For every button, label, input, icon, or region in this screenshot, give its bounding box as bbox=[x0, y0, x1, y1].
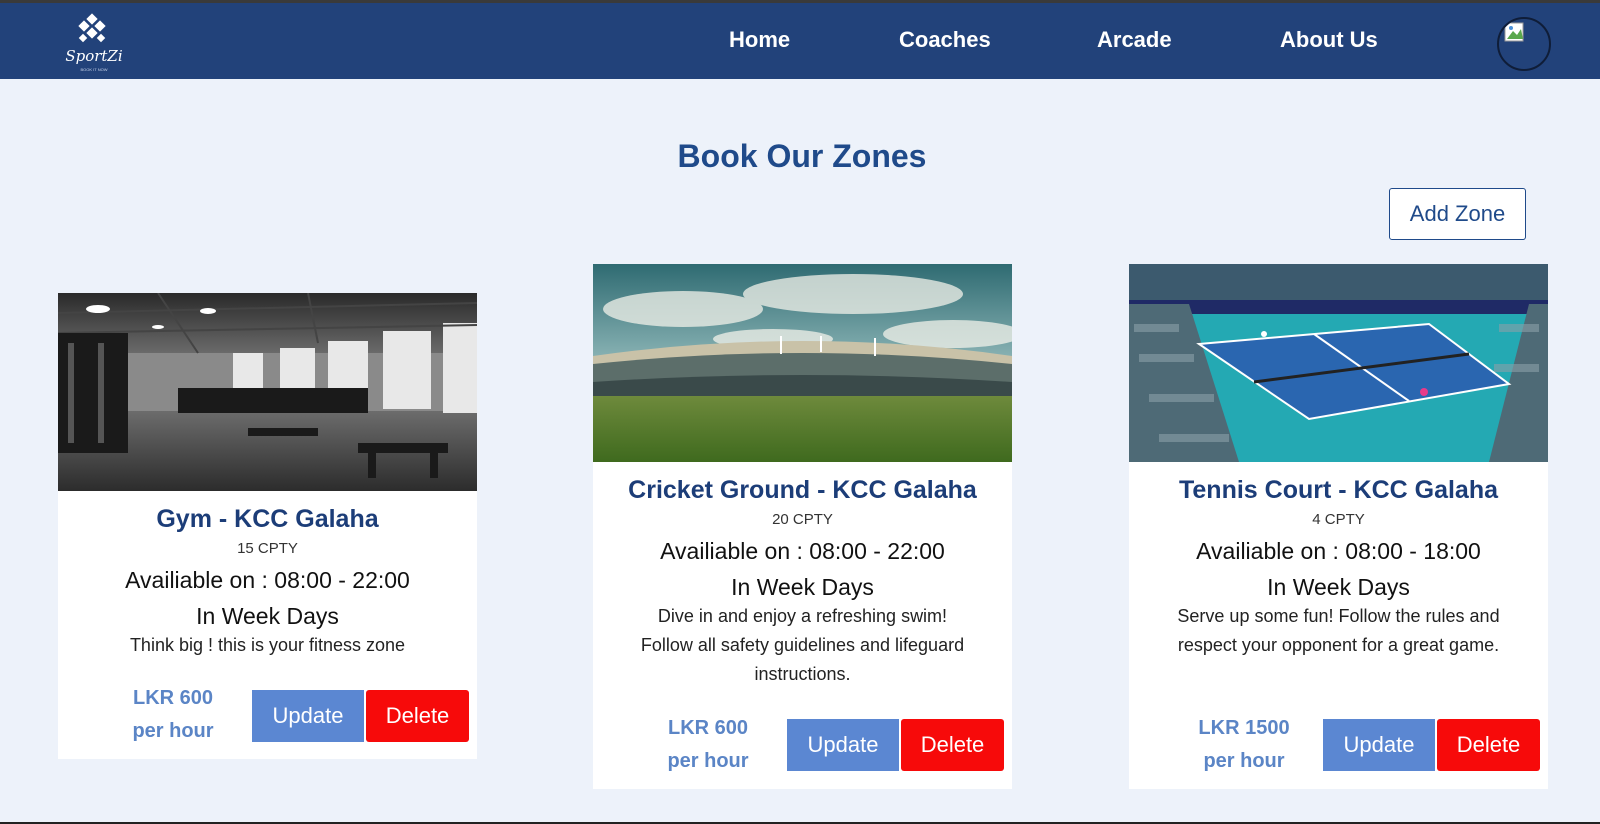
brand-logo[interactable]: SportZi BOOK IT NOW bbox=[62, 13, 126, 73]
tennis-court-image bbox=[1129, 264, 1548, 462]
price-unit: per hour bbox=[667, 750, 749, 772]
zone-description: Dive in and enjoy a refreshing swim! Fol… bbox=[640, 606, 965, 684]
nav-home[interactable]: Home bbox=[729, 27, 790, 53]
zone-capacity: 20 CPTY bbox=[772, 511, 833, 528]
user-avatar[interactable] bbox=[1497, 17, 1551, 71]
zone-description: Think big ! this is your fitness zone bbox=[129, 635, 406, 655]
navbar: SportZi BOOK IT NOW Home Coaches Arcade … bbox=[0, 3, 1600, 79]
zone-price: LKR 600 per hour bbox=[118, 682, 228, 748]
price-amount: LKR 600 bbox=[132, 687, 214, 709]
zone-days: In Week Days bbox=[1267, 574, 1410, 600]
zone-price: LKR 600 per hour bbox=[653, 712, 763, 778]
update-button[interactable]: Update bbox=[252, 690, 364, 742]
update-button[interactable]: Update bbox=[1323, 719, 1435, 771]
price-unit: per hour bbox=[1203, 750, 1285, 772]
zone-capacity: 15 CPTY bbox=[237, 540, 298, 557]
zone-capacity: 4 CPTY bbox=[1312, 511, 1365, 528]
zone-days: In Week Days bbox=[196, 603, 339, 629]
zone-description: Serve up some fun! Follow the rules and … bbox=[1177, 606, 1500, 655]
gym-interior-image bbox=[58, 293, 477, 491]
cricket-stadium-image bbox=[593, 264, 1012, 462]
brand-name: SportZi bbox=[65, 47, 123, 65]
broken-image-icon bbox=[1504, 22, 1524, 42]
nav-about-us[interactable]: About Us bbox=[1280, 27, 1378, 53]
zone-days: In Week Days bbox=[731, 574, 874, 600]
zone-title: Cricket Ground - KCC Galaha bbox=[628, 476, 977, 504]
delete-button[interactable]: Delete bbox=[1437, 719, 1540, 771]
nav-arcade[interactable]: Arcade bbox=[1097, 27, 1172, 53]
zone-card-tennis: Tennis Court - KCC Galaha 4 CPTY Availia… bbox=[1129, 264, 1548, 789]
price-amount: LKR 600 bbox=[667, 717, 749, 739]
add-zone-button[interactable]: Add Zone bbox=[1389, 188, 1526, 240]
update-button[interactable]: Update bbox=[787, 719, 899, 771]
price-unit: per hour bbox=[132, 720, 214, 742]
brand-tagline: BOOK IT NOW bbox=[80, 67, 108, 72]
diamond-logo-icon bbox=[78, 13, 106, 43]
delete-button[interactable]: Delete bbox=[366, 690, 469, 742]
zone-availability: Availiable on : 08:00 - 22:00 bbox=[125, 567, 410, 593]
zone-availability: Availiable on : 08:00 - 22:00 bbox=[660, 538, 945, 564]
zone-card-gym: Gym - KCC Galaha 15 CPTY Availiable on :… bbox=[58, 293, 477, 759]
zone-card-cricket: Cricket Ground - KCC Galaha 20 CPTY Avai… bbox=[593, 264, 1012, 789]
price-amount: LKR 1500 bbox=[1198, 717, 1290, 739]
zone-price: LKR 1500 per hour bbox=[1189, 712, 1299, 778]
zone-title: Tennis Court - KCC Galaha bbox=[1178, 476, 1498, 504]
delete-button[interactable]: Delete bbox=[901, 719, 1004, 771]
page-title: Book Our Zones bbox=[677, 138, 927, 174]
zone-title: Gym - KCC Galaha bbox=[156, 505, 379, 533]
zone-availability: Availiable on : 08:00 - 18:00 bbox=[1196, 538, 1481, 564]
nav-coaches[interactable]: Coaches bbox=[899, 27, 991, 53]
